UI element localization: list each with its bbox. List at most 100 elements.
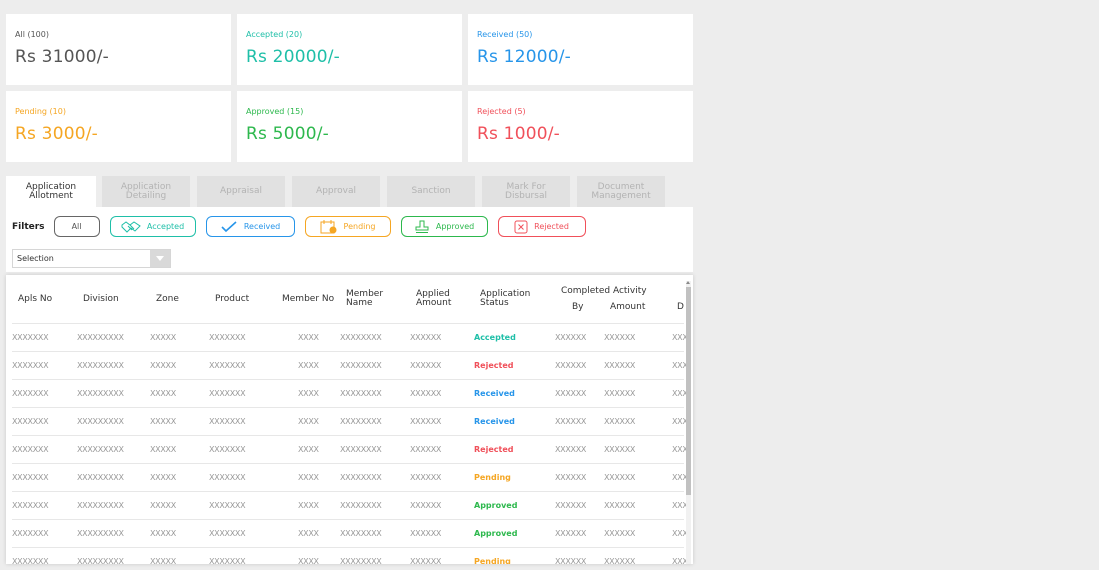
table-cell: XXXXXX — [410, 557, 442, 564]
col-product: Product — [215, 294, 250, 304]
table-row[interactable]: XXXXXXX XXXXXXXXX XXXXX XXXXXXX XXXX XXXXXXXX… — [12, 323, 688, 351]
card-amount: Rs 1000/- — [477, 124, 560, 144]
table-row[interactable]: XXXXXXX XXXXXXXXX XXXXX XXXXXXX XXXX XXXXXXXX… — [12, 491, 688, 519]
table-cell: XXXXXX — [555, 333, 587, 342]
table-cell: XXXXXXXX — [340, 529, 382, 538]
filter-panel: Filters All Accepted Received Pending Ap… — [6, 207, 693, 272]
card-amount: Rs 31000/- — [15, 47, 110, 67]
filter-approved-button[interactable]: Approved — [400, 216, 488, 237]
status-badge: Rejected — [474, 361, 514, 370]
table-cell: XXXXXXXXX — [77, 333, 124, 342]
table-row[interactable]: XXXXXXX XXXXXXXXX XXXXX XXXXXXX XXXX XXXXXXXX… — [12, 435, 688, 463]
table-cell: XXXXXXX — [209, 389, 246, 398]
table-row[interactable]: XXXXXXX XXXXXXXXX XXXXX XXXXXXX XXXX XXXXXXXX… — [12, 379, 688, 407]
scrollbar-thumb[interactable] — [686, 287, 691, 495]
filter-accepted-button[interactable]: Accepted — [109, 216, 196, 237]
filter-label: Rejected — [534, 222, 569, 231]
status-badge: Pending — [474, 557, 511, 564]
filter-all-button[interactable]: All — [53, 216, 100, 237]
table-cell: XXXXXX — [410, 333, 442, 342]
card-amount: Rs 20000/- — [246, 47, 341, 67]
table-cell: XXXXXXXXX — [77, 445, 124, 454]
table-cell: XXXXXXX — [209, 529, 246, 538]
calendar-pending-icon — [320, 219, 337, 233]
filter-label: All — [71, 222, 82, 231]
table-row[interactable]: XXXXXXX XXXXXXXXX XXXXX XXXXXXX XXXX XXXXXXXX… — [12, 351, 688, 379]
table-cell: XXXXXX — [555, 557, 587, 564]
table-cell: XXXX — [298, 389, 319, 398]
table-cell: XXXXXXX — [12, 501, 49, 510]
summary-card-all[interactable]: All (100) Rs 31000/- — [6, 14, 231, 85]
table-cell: XXXXXX — [555, 389, 587, 398]
checkmark-icon — [221, 220, 237, 232]
tab-approval[interactable]: Approval — [292, 176, 380, 207]
dashboard: All (100) Rs 31000/- Accepted (20) Rs 20… — [6, 14, 693, 564]
status-badge: Accepted — [474, 333, 516, 342]
table-cell: XXXXXXXX — [340, 389, 382, 398]
table-cell: XXXXXXX — [12, 389, 49, 398]
table-cell: XXXX — [298, 473, 319, 482]
table-cell: XXXXXX — [604, 557, 636, 564]
table-cell: XXXXXXX — [209, 501, 246, 510]
summary-card-rejected[interactable]: Rejected (5) Rs 1000/- — [468, 91, 693, 162]
col-next: D — [677, 302, 684, 312]
table-cell: XXXXXXX — [12, 529, 49, 538]
status-badge: Received — [474, 389, 515, 398]
filters-label: Filters — [12, 221, 45, 232]
summary-card-pending[interactable]: Pending (10) Rs 3000/- — [6, 91, 231, 162]
table-cell: XXXXXX — [604, 333, 636, 342]
table-cell: XXXXXXXXX — [77, 473, 124, 482]
col-amount: Amount — [610, 302, 646, 312]
tab-application-detailing[interactable]: Application Detailing — [102, 176, 190, 207]
card-label: Approved (15) — [246, 107, 304, 116]
col-completed-activity: Completed Activity — [561, 286, 647, 296]
table-cell: XXXXXXXX — [340, 333, 382, 342]
table-cell: XXXX — [298, 361, 319, 370]
table-cell: XXXXX — [150, 417, 176, 426]
scroll-up-arrow-icon[interactable] — [686, 281, 690, 284]
table-cell: XXXXXX — [604, 361, 636, 370]
status-badge: Pending — [474, 473, 511, 482]
vertical-scrollbar[interactable] — [686, 281, 691, 564]
table-cell: XXXXXXXX — [340, 501, 382, 510]
col-applied-amount: Applied Amount — [416, 289, 452, 308]
filter-received-button[interactable]: Received — [205, 216, 295, 237]
table-cell: XXXX — [298, 557, 319, 564]
table-row[interactable]: XXXXXXX XXXXXXXXX XXXXX XXXXXXX XXXX XXXXXXXX… — [12, 519, 688, 547]
table-row[interactable]: XXXXXXX XXXXXXXXX XXXXX XXXXXXX XXXX XXXXXXXX… — [12, 407, 688, 435]
tab-appraisal[interactable]: Appraisal — [197, 176, 285, 207]
tab-sanction[interactable]: Sanction — [387, 176, 475, 207]
selection-dropdown[interactable]: Selection — [12, 249, 171, 268]
card-amount: Rs 12000/- — [477, 47, 572, 67]
table-cell: XXXXXXXXX — [77, 557, 124, 564]
table-cell: XXXXXX — [604, 473, 636, 482]
filter-pending-button[interactable]: Pending — [304, 216, 391, 237]
table-cell: XXXXXXX — [209, 445, 246, 454]
table-cell: XXXXXXX — [209, 473, 246, 482]
table-cell: XXXXXXXXX — [77, 529, 124, 538]
table-cell: XXXX — [298, 529, 319, 538]
filter-label: Accepted — [146, 222, 185, 231]
filter-rejected-button[interactable]: Rejected — [497, 216, 586, 237]
table-cell: XXXXXXX — [209, 361, 246, 370]
summary-cards: All (100) Rs 31000/- Accepted (20) Rs 20… — [6, 14, 693, 162]
table-header: Apls No Division Zone Product Member No … — [6, 275, 686, 323]
table-cell: XXXXXX — [555, 445, 587, 454]
table-cell: XXXXXXX — [209, 333, 246, 342]
table-cell: XXXXXXXX — [340, 417, 382, 426]
summary-card-received[interactable]: Received (50) Rs 12000/- — [468, 14, 693, 85]
table-row[interactable]: XXXXXXX XXXXXXXXX XXXXX XXXXXXX XXXX XXXXXXXX… — [12, 547, 688, 564]
status-badge: Approved — [474, 529, 518, 538]
table-cell: XXXXX — [150, 333, 176, 342]
summary-card-accepted[interactable]: Accepted (20) Rs 20000/- — [237, 14, 462, 85]
card-label: Rejected (5) — [477, 107, 526, 116]
table-cell: XXXXXXXX — [340, 361, 382, 370]
card-label: Pending (10) — [15, 107, 66, 116]
col-by: By — [572, 302, 584, 312]
summary-card-approved[interactable]: Approved (15) Rs 5000/- — [237, 91, 462, 162]
tab-application-allotment[interactable]: Application Allotment — [6, 176, 96, 207]
table-cell: XXXXXX — [410, 361, 442, 370]
tab-document-management[interactable]: Document Management — [577, 176, 665, 207]
tab-mark-for-disbursal[interactable]: Mark For Disbursal — [482, 176, 570, 207]
table-row[interactable]: XXXXXXX XXXXXXXXX XXXXX XXXXXXX XXXX XXXXXXXX… — [12, 463, 688, 491]
